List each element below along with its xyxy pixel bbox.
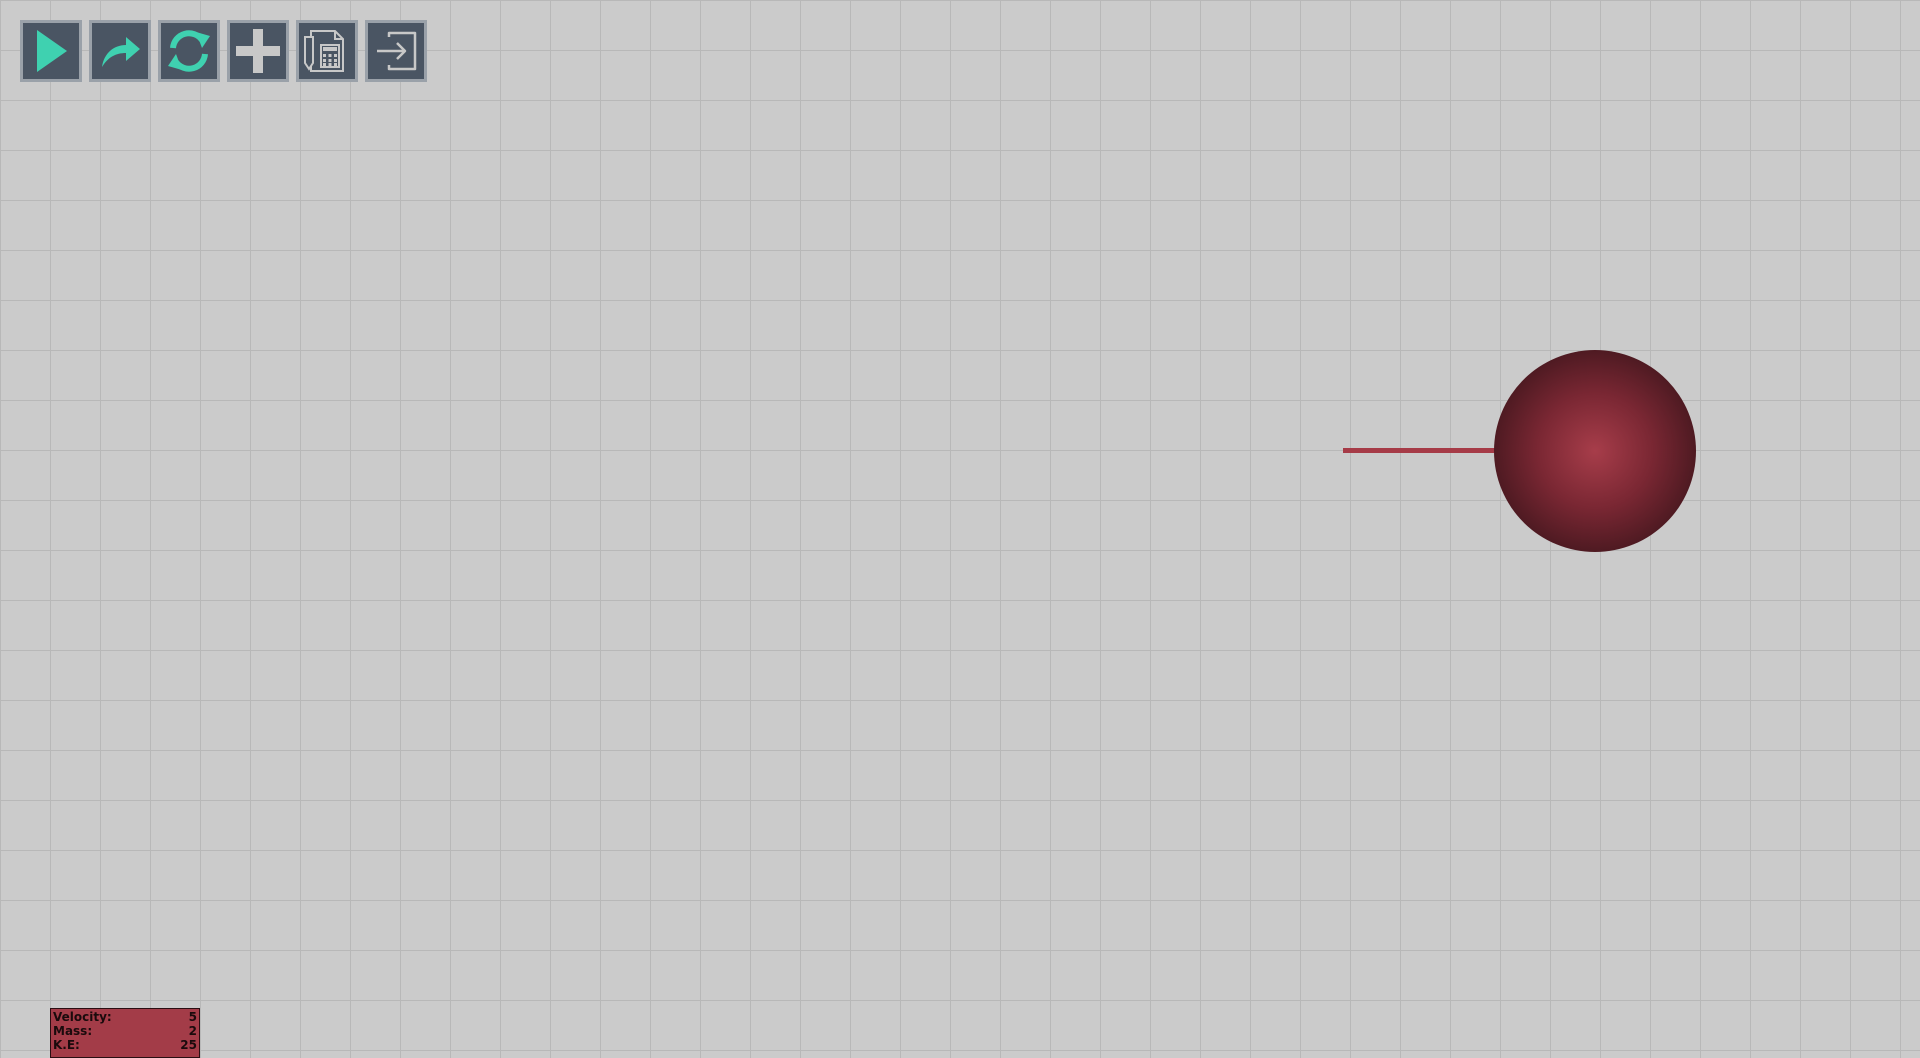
- ke-value: 25: [180, 1038, 197, 1052]
- velocity-value: 5: [188, 1010, 197, 1024]
- play-button[interactable]: [20, 20, 82, 82]
- velocity-label: Velocity:: [53, 1010, 112, 1024]
- ball[interactable]: [1494, 350, 1696, 552]
- refresh-icon: [168, 30, 210, 72]
- plus-icon: [236, 29, 280, 73]
- velocity-vector: [1343, 448, 1495, 453]
- ke-row: K.E: 25: [53, 1038, 197, 1052]
- step-button[interactable]: [89, 20, 151, 82]
- simulation-canvas: [0, 0, 1920, 1058]
- document-calculator-icon: [304, 30, 344, 72]
- calculator-button[interactable]: [296, 20, 358, 82]
- mass-label: Mass:: [53, 1024, 93, 1038]
- reset-button[interactable]: [158, 20, 220, 82]
- info-panel: Velocity: 5 Mass: 2 K.E: 25: [50, 1008, 200, 1058]
- toolbar: [20, 20, 427, 82]
- ke-label: K.E:: [53, 1038, 80, 1052]
- redo-arrow-icon: [102, 37, 140, 67]
- mass-row: Mass: 2: [53, 1024, 197, 1038]
- add-button[interactable]: [227, 20, 289, 82]
- mass-value: 2: [188, 1024, 197, 1038]
- exit-button[interactable]: [365, 20, 427, 82]
- sign-in-icon: [377, 31, 417, 71]
- play-icon: [37, 30, 67, 72]
- velocity-row: Velocity: 5: [53, 1010, 197, 1024]
